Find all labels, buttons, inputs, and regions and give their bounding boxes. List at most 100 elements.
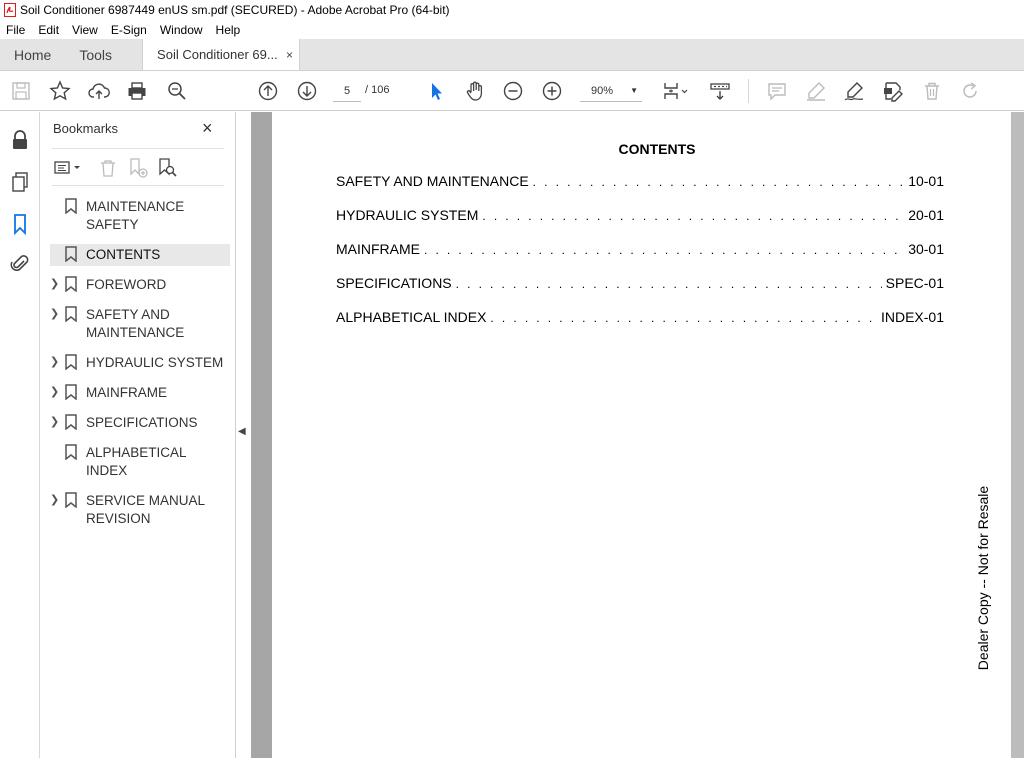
bookmark-item-specifications[interactable]: ❯ SPECIFICATIONS	[40, 408, 236, 438]
attachment-icon[interactable]	[8, 252, 32, 276]
bookmark-icon	[64, 384, 78, 401]
pages-icon[interactable]	[8, 170, 32, 194]
toc-entry-page: INDEX-01	[880, 309, 944, 325]
toc-entry-label: MAINFRAME	[336, 241, 420, 257]
edit-pdf-icon[interactable]	[881, 79, 905, 103]
bookmark-item-safety-and-maintenance[interactable]: ❯ SAFETY AND MAINTENANCE	[40, 300, 236, 348]
rotate-icon[interactable]	[958, 79, 982, 103]
window-title: Soil Conditioner 6987449 enUS sm.pdf (SE…	[20, 3, 450, 17]
fit-page-icon[interactable]	[661, 79, 691, 103]
star-icon[interactable]	[48, 79, 72, 103]
hand-icon[interactable]	[463, 79, 487, 103]
page-number-input[interactable]: 5	[333, 80, 361, 102]
lock-icon[interactable]	[8, 128, 32, 152]
toc-entry-page: 10-01	[908, 173, 944, 189]
bookmark-item-alphabetical-index[interactable]: ALPHABETICAL INDEX	[40, 438, 236, 486]
bookmark-panel-icon[interactable]	[8, 212, 32, 236]
collapse-panel-icon[interactable]: ◀	[238, 426, 246, 437]
zoom-level-select[interactable]: 90% ▼	[580, 80, 642, 102]
bookmark-label: HYDRAULIC SYSTEM	[86, 355, 224, 370]
toc-entry[interactable]: ALPHABETICAL INDEX . . . . . . . . . . .…	[336, 309, 944, 343]
tab-document[interactable]: Soil Conditioner 69... ×	[142, 39, 301, 70]
menu-file[interactable]: File	[6, 23, 25, 37]
toc-leader-dots: . . . . . . . . . . . . . . . . . . . . …	[455, 277, 882, 291]
toc-entry-page: 30-01	[908, 241, 944, 257]
chevron-right-icon[interactable]: ❯	[50, 493, 62, 506]
chevron-right-icon[interactable]: ❯	[50, 355, 62, 368]
save-icon[interactable]	[9, 79, 33, 103]
toolbar-divider	[748, 79, 749, 103]
page-heading: CONTENTS	[618, 141, 696, 157]
bookmark-label: CONTENTS	[86, 247, 161, 262]
toc-entry[interactable]: SPECIFICATIONS . . . . . . . . . . . . .…	[336, 275, 944, 309]
upload-icon[interactable]	[87, 79, 111, 103]
find-bookmark-icon[interactable]	[156, 157, 178, 179]
zoom-out-icon[interactable]	[501, 79, 525, 103]
table-of-contents: SAFETY AND MAINTENANCE . . . . . . . . .…	[336, 173, 944, 343]
tab-home[interactable]: Home	[0, 39, 65, 70]
bookmark-list: MAINTENANCE SAFETY CONTENTS ❯ FOREWORD ❯…	[40, 192, 236, 534]
toc-entry-page: 20-01	[908, 207, 944, 223]
bookmark-icon	[64, 492, 78, 509]
sign-icon[interactable]	[842, 79, 866, 103]
toc-entry[interactable]: MAINFRAME . . . . . . . . . . . . . . . …	[336, 241, 944, 275]
chevron-right-icon[interactable]: ❯	[50, 307, 62, 320]
bookmark-label: SPECIFICATIONS	[86, 415, 198, 430]
toc-leader-dots: . . . . . . . . . . . . . . . . . . . . …	[482, 209, 904, 223]
page-down-icon[interactable]	[295, 79, 319, 103]
comment-icon[interactable]	[765, 79, 789, 103]
bookmarks-panel: Bookmarks × MAINTENANCE SAFETY CONTENTS …	[40, 112, 236, 758]
left-rail	[0, 112, 40, 758]
scroll-mode-icon[interactable]	[708, 79, 732, 103]
delete-icon[interactable]	[920, 79, 944, 103]
bookmark-options-icon[interactable]	[52, 157, 86, 179]
menu-esign[interactable]: E-Sign	[111, 23, 147, 37]
menu-view[interactable]: View	[72, 23, 98, 37]
bookmark-item-maintenance-safety[interactable]: MAINTENANCE SAFETY	[40, 192, 236, 240]
toc-entry-label: HYDRAULIC SYSTEM	[336, 207, 479, 223]
tab-close-icon[interactable]: ×	[286, 48, 293, 62]
bookmark-item-foreword[interactable]: ❯ FOREWORD	[40, 270, 236, 300]
chevron-right-icon[interactable]: ❯	[50, 277, 62, 290]
vertical-scrollbar[interactable]	[1011, 112, 1024, 758]
toc-entry[interactable]: SAFETY AND MAINTENANCE . . . . . . . . .…	[336, 173, 944, 207]
bookmark-label: SAFETY AND MAINTENANCE	[86, 307, 185, 340]
acrobat-logo-icon	[4, 3, 16, 17]
document-viewer[interactable]: CONTENTS SAFETY AND MAINTENANCE . . . . …	[251, 112, 1024, 758]
bookmark-icon	[64, 276, 78, 293]
toc-entry-page: SPEC-01	[885, 275, 944, 291]
zoom-in-icon[interactable]	[540, 79, 564, 103]
bookmark-item-service-manual-revision[interactable]: ❯ SERVICE MANUAL REVISION	[40, 486, 236, 534]
zoom-search-icon[interactable]	[165, 79, 189, 103]
chevron-down-icon: ▼	[630, 86, 638, 95]
select-arrow-icon[interactable]	[424, 79, 448, 103]
bookmark-label: FOREWORD	[86, 277, 167, 292]
toc-entry[interactable]: HYDRAULIC SYSTEM . . . . . . . . . . . .…	[336, 207, 944, 241]
toc-leader-dots: . . . . . . . . . . . . . . . . . . . . …	[424, 243, 904, 257]
page-up-icon[interactable]	[256, 79, 280, 103]
bookmark-item-hydraulic-system[interactable]: ❯ HYDRAULIC SYSTEM	[40, 348, 236, 378]
watermark: Dealer Copy -- Not for Resale	[972, 484, 992, 674]
toc-entry-label: SAFETY AND MAINTENANCE	[336, 173, 529, 189]
close-icon[interactable]: ×	[202, 118, 213, 139]
tab-bar: Home Tools Soil Conditioner 69... ×	[0, 39, 1024, 71]
bookmark-icon	[64, 414, 78, 431]
menu-window[interactable]: Window	[160, 23, 203, 37]
bookmark-label: MAINTENANCE SAFETY	[86, 199, 185, 232]
bookmark-icon	[64, 444, 78, 461]
bookmark-item-mainframe[interactable]: ❯ MAINFRAME	[40, 378, 236, 408]
chevron-right-icon[interactable]: ❯	[50, 385, 62, 398]
bookmark-icon	[64, 354, 78, 371]
bookmark-icon	[64, 246, 78, 263]
highlight-icon[interactable]	[804, 79, 828, 103]
chevron-right-icon[interactable]: ❯	[50, 415, 62, 428]
print-icon[interactable]	[125, 79, 149, 103]
menu-bar: File Edit View E-Sign Window Help	[0, 20, 1024, 39]
tab-tools[interactable]: Tools	[65, 39, 126, 70]
delete-bookmark-icon[interactable]	[97, 157, 119, 179]
menu-help[interactable]: Help	[216, 23, 241, 37]
menu-edit[interactable]: Edit	[38, 23, 59, 37]
bookmark-item-contents[interactable]: CONTENTS	[40, 240, 236, 270]
add-bookmark-icon[interactable]	[127, 157, 149, 179]
zoom-level-value: 90%	[591, 85, 614, 97]
